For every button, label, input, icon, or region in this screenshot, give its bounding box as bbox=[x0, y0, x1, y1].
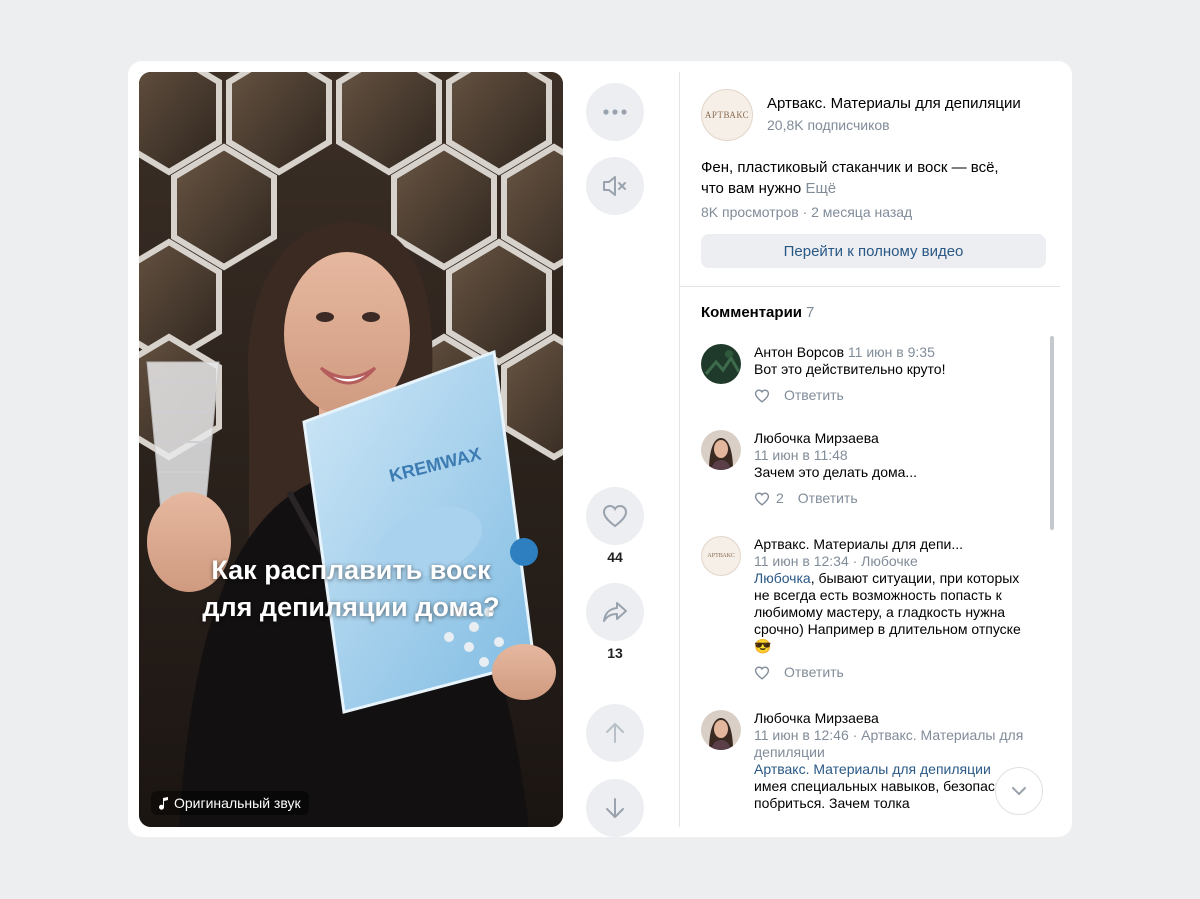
full-video-button[interactable]: Перейти к полному видео bbox=[701, 234, 1046, 268]
avatar-image bbox=[701, 344, 741, 384]
scroll-down-button[interactable] bbox=[995, 767, 1043, 815]
section-divider bbox=[680, 286, 1060, 287]
music-note-icon bbox=[159, 796, 168, 810]
like-count: 44 bbox=[607, 549, 623, 565]
comment-text: Вот это действительно круто! bbox=[754, 361, 946, 377]
arrow-down-icon bbox=[606, 798, 624, 818]
video-player[interactable]: KREMWAX Как расплавить воск для депиляци… bbox=[139, 72, 563, 827]
like-button[interactable] bbox=[586, 487, 644, 545]
heart-icon[interactable] bbox=[754, 491, 770, 506]
comment-like-count: 2 bbox=[776, 490, 784, 506]
avatar[interactable] bbox=[701, 710, 741, 750]
comment-author[interactable]: Любочка Мирзаева bbox=[754, 710, 1024, 727]
comment-author[interactable]: Артвакс. Материалы для депи... bbox=[754, 536, 1024, 553]
arrow-up-icon bbox=[606, 723, 624, 743]
video-frame: KREMWAX bbox=[139, 72, 563, 827]
original-sound-label: Оригинальный звук bbox=[174, 795, 301, 811]
comment-date[interactable]: 11 июн в 11:48 bbox=[754, 447, 1024, 464]
comment-mention[interactable]: Любочка bbox=[754, 570, 811, 586]
comment-text: Зачем это делать дома... bbox=[754, 464, 918, 480]
panel-divider bbox=[679, 72, 680, 827]
description-line2: что вам нужно bbox=[701, 180, 802, 197]
avatar[interactable]: АРТВАКС bbox=[701, 536, 741, 576]
share-count: 13 bbox=[607, 645, 623, 661]
original-sound-badge[interactable]: Оригинальный звук bbox=[151, 791, 309, 815]
heart-icon[interactable] bbox=[754, 665, 770, 680]
more-icon bbox=[603, 109, 627, 115]
clip-viewer-card: KREMWAX Как расплавить воск для депиляци… bbox=[128, 61, 1072, 837]
comments-list[interactable]: Антон Ворсов 11 июн в 9:35 Вот это дейст… bbox=[701, 344, 1046, 837]
mute-button[interactable] bbox=[586, 157, 644, 215]
share-arrow-icon bbox=[603, 602, 627, 622]
comment-date[interactable]: 11 июн в 12:46 bbox=[754, 727, 849, 743]
chevron-down-icon bbox=[1012, 787, 1026, 795]
comment-text: имея специальных навыков, безопаснее поб… bbox=[754, 778, 1019, 811]
reply-link[interactable]: Ответить bbox=[784, 664, 844, 681]
reply-link[interactable]: Ответить bbox=[798, 490, 858, 507]
avatar-image bbox=[701, 430, 741, 470]
comment-reply-to[interactable]: · Любочке bbox=[853, 553, 918, 569]
channel-avatar[interactable]: АРТВАКС bbox=[701, 89, 753, 141]
heart-icon bbox=[602, 504, 628, 528]
comments-title: Комментарии 7 bbox=[701, 304, 814, 321]
comments-title-label: Комментарии bbox=[701, 304, 803, 321]
next-clip-button[interactable] bbox=[586, 779, 644, 837]
video-description: Фен, пластиковый стаканчик и воск — всё,… bbox=[701, 157, 1041, 199]
video-caption-line1: Как расплавить воск bbox=[211, 555, 491, 585]
avatar[interactable] bbox=[701, 430, 741, 470]
comment-author[interactable]: Антон Ворсов bbox=[754, 344, 844, 360]
video-caption: Как расплавить воск для депиляции дома? bbox=[139, 552, 563, 626]
comments-scrollbar[interactable] bbox=[1050, 336, 1054, 530]
comment-date[interactable]: 11 июн в 9:35 bbox=[848, 344, 935, 360]
avatar[interactable] bbox=[701, 344, 741, 384]
share-button[interactable] bbox=[586, 583, 644, 641]
channel-avatar-text: АРТВАКС bbox=[704, 110, 750, 120]
heart-icon[interactable] bbox=[754, 388, 770, 403]
previous-clip-button[interactable] bbox=[586, 704, 644, 762]
description-more-link[interactable]: Ещё bbox=[805, 180, 836, 197]
avatar-text: АРТВАКС bbox=[707, 553, 735, 559]
reply-link[interactable]: Ответить bbox=[784, 387, 844, 404]
video-meta: 8K просмотров · 2 месяца назад bbox=[701, 204, 913, 220]
comment-mention[interactable]: Артвакс. Материалы для депиляции bbox=[754, 761, 991, 777]
comment-date[interactable]: 11 июн в 12:34 bbox=[754, 553, 849, 569]
comments-count: 7 bbox=[806, 304, 815, 321]
description-line1: Фен, пластиковый стаканчик и воск — всё, bbox=[701, 159, 999, 176]
channel-subscribers: 20,8K подписчиков bbox=[767, 117, 890, 133]
comment-author[interactable]: Любочка Мирзаева bbox=[754, 430, 1024, 447]
avatar-image bbox=[701, 710, 741, 750]
channel-name[interactable]: Артвакс. Материалы для депиляции bbox=[767, 95, 1021, 112]
more-button[interactable] bbox=[586, 83, 644, 141]
muted-speaker-icon bbox=[603, 176, 626, 196]
video-caption-line2: для депиляции дома? bbox=[202, 592, 500, 622]
